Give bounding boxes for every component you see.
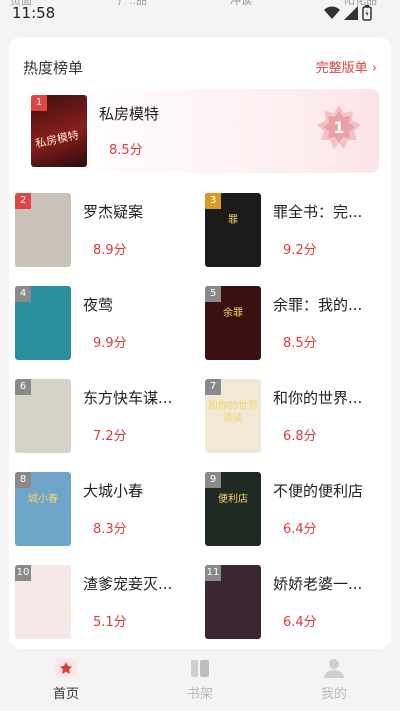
book-cover[interactable]: 4 (15, 286, 71, 360)
rank-tag: 5 (205, 286, 221, 302)
cover-title-text: 罪 (228, 215, 238, 226)
book-title: 大城小春 (83, 482, 144, 500)
book-title: 夜莺 (83, 296, 114, 314)
book-list-item[interactable]: 3 罪罪全书：完... 9.2分 (205, 193, 385, 269)
wifi-icon (324, 6, 340, 19)
book-title: 不便的便利店 (273, 482, 364, 500)
book-score: 8.5分 (283, 336, 317, 351)
clipped-text: 冲读 (230, 0, 252, 7)
book-list-item[interactable]: 6 东方快车谋... 7.2分 (15, 379, 195, 455)
book-title: 余罪：我的... (273, 296, 363, 314)
card-title: 热度榜单 (23, 59, 84, 77)
book-title: 罪全书：完... (273, 203, 363, 221)
book-cover[interactable]: 3罪 (205, 193, 261, 267)
book-title: 和你的世界... (273, 389, 363, 407)
book-list-item[interactable]: 7 和你的世界谈谈 和你的世界... 6.8分 (205, 379, 385, 455)
bottom-tab-bar: 首页 书架 我的 (0, 649, 400, 711)
book-score: 6.4分 (283, 522, 317, 537)
rank-tag: 8 (15, 472, 31, 488)
book-cover[interactable]: 11 (205, 565, 261, 639)
rank-tag: 6 (15, 379, 31, 395)
status-time: 11:58 (12, 4, 56, 22)
cover-title-text: 便利店 (218, 494, 248, 505)
book-score: 9.9分 (93, 336, 127, 351)
book-title: 罗杰疑案 (83, 203, 144, 221)
tab-label: 首页 (52, 687, 79, 702)
book-list-item[interactable]: 8 城小春 大城小春 8.3分 (15, 472, 195, 548)
tab-label: 我的 (320, 687, 347, 702)
book-score: 6.4分 (283, 615, 317, 630)
book-cover[interactable]: 7 和你的世界谈谈 (205, 379, 261, 453)
cover-title-text: 和你的世界谈谈 (208, 401, 258, 424)
book-score: 7.2分 (93, 429, 127, 444)
cover-title-text: 余罪 (223, 308, 243, 319)
tab-label: 书架 (186, 687, 213, 702)
full-list-label: 完整版单 (315, 61, 368, 76)
cellular-signal-icon (344, 6, 358, 20)
book-list-item[interactable]: 4 夜莺 9.9分 (15, 286, 195, 362)
featured-book-row[interactable]: 1 私房模特 私房模特 8.5分 1 (21, 89, 379, 173)
full-list-link[interactable]: 完整版单 › (316, 57, 377, 76)
book-cover[interactable]: 10 (15, 565, 71, 639)
book-score: 8.5分 (109, 143, 143, 158)
profile-icon (324, 659, 344, 678)
book-score: 9.2分 (283, 243, 317, 258)
book-title: 渣爹宠妾灭... (83, 575, 173, 593)
book-title: 东方快车谋... (83, 389, 173, 407)
rank-tag: 9 (205, 472, 221, 488)
book-cover[interactable]: 5 余罪 (205, 286, 261, 360)
battery-icon (362, 5, 372, 21)
book-cover[interactable]: 8 城小春 (15, 472, 71, 546)
book-list-item[interactable]: 5 余罪 余罪：我的... 8.5分 (205, 286, 385, 362)
tab-profile[interactable]: 我的 (294, 657, 374, 702)
status-bar: 页面 广..品 冲读 阳化品 11:58 (0, 0, 400, 28)
bookshelf-icon (191, 660, 209, 677)
book-title: 私房模特 (99, 105, 160, 123)
rank-tag: 2 (15, 193, 31, 209)
ranking-card: 热度榜单 完整版单 › 1 私房模特 私房模特 8.5分 1 2 罗杰疑案 8.9分… (9, 37, 391, 649)
book-list-item[interactable]: 10 渣爹宠妾灭... 5.1分 (15, 565, 195, 641)
book-list-item[interactable]: 11 娇娇老婆一... 6.4分 (205, 565, 385, 641)
book-score: 6.8分 (283, 429, 317, 444)
rank-tag: 4 (15, 286, 31, 302)
rank-tag: 11 (205, 565, 221, 581)
book-title: 娇娇老婆一... (273, 575, 363, 593)
badge-rank: 1 (333, 118, 344, 137)
rank-tag: 1 (31, 95, 47, 111)
book-score: 8.9分 (93, 243, 127, 258)
book-score: 8.3分 (93, 522, 127, 537)
clipped-text: 广..品 (118, 0, 147, 7)
status-icons (324, 5, 372, 21)
cover-title-text: 私房模特 (34, 128, 80, 151)
tab-home[interactable]: 首页 (26, 657, 106, 702)
top-rank-badge-icon: 1 (317, 105, 361, 149)
book-cover[interactable]: 6 (15, 379, 71, 453)
rank-tag: 7 (205, 379, 221, 395)
book-cover[interactable]: 2 (15, 193, 71, 267)
rank-tag: 10 (15, 565, 31, 581)
book-list-item[interactable]: 9 便利店 不便的便利店 6.4分 (205, 472, 385, 548)
rank-tag: 3 (205, 193, 221, 209)
home-icon (55, 658, 77, 678)
book-cover[interactable]: 1 私房模特 (31, 95, 87, 167)
book-list-item[interactable]: 2 罗杰疑案 8.9分 (15, 193, 195, 269)
cover-title-text: 城小春 (28, 494, 58, 505)
tab-bookshelf[interactable]: 书架 (160, 657, 240, 702)
chevron-right-icon: › (371, 61, 377, 76)
book-cover[interactable]: 9 便利店 (205, 472, 261, 546)
book-score: 5.1分 (93, 615, 127, 630)
